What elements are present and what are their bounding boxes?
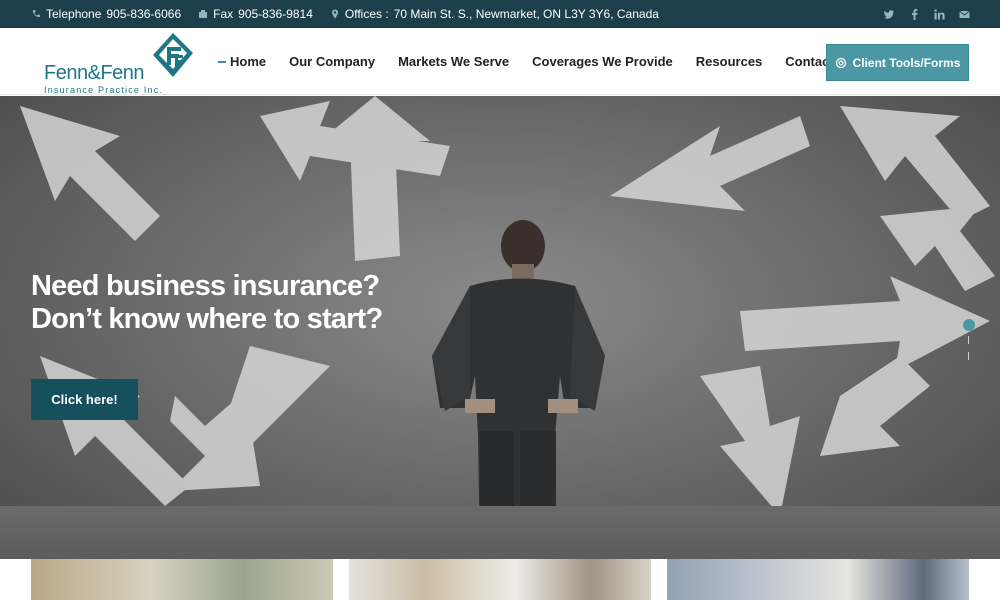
telephone-label: Telephone	[46, 7, 102, 21]
offices-info: Offices : 70 Main St. S., Newmarket, ON …	[330, 7, 659, 21]
telephone-value: 905-836-6066	[106, 7, 182, 21]
feature-cards	[0, 559, 1000, 600]
slider-pagination	[962, 318, 976, 368]
fax-icon	[199, 10, 208, 18]
logo-name: Fenn&Fenn	[44, 62, 145, 84]
facebook-icon[interactable]	[909, 8, 920, 20]
main-nav: Home Our Company Markets We Serve Covera…	[218, 28, 877, 95]
map-pin-icon	[331, 9, 338, 19]
logo-subtitle: Insurance Practice Inc.	[44, 85, 164, 95]
client-tools-button[interactable]: Client Tools/Forms	[826, 44, 969, 81]
hero-banner: Need business insurance? Don’t know wher…	[0, 96, 1000, 559]
telephone-info[interactable]: Telephone 905-836-6066	[31, 7, 181, 21]
linkedin-icon[interactable]	[934, 8, 945, 20]
site-header: Fenn&Fenn Insurance Practice Inc. Home O…	[0, 28, 1000, 95]
slider-dot-active[interactable]	[963, 319, 975, 331]
offices-label: Offices :	[344, 7, 389, 21]
nav-our-company[interactable]: Our Company	[289, 54, 375, 69]
company-logo[interactable]: Fenn&Fenn Insurance Practice Inc.	[42, 32, 194, 95]
hero-floor	[0, 506, 1000, 559]
logo-mark-icon	[153, 33, 193, 77]
email-icon[interactable]	[959, 9, 970, 20]
social-links	[870, 0, 970, 28]
hero-cta-button[interactable]: Click here!	[31, 379, 138, 420]
slider-dot[interactable]	[968, 352, 969, 360]
nav-markets-we-serve[interactable]: Markets We Serve	[398, 54, 509, 69]
slider-dot[interactable]	[968, 336, 969, 344]
fax-info: Fax 905-836-9814	[198, 7, 313, 21]
feature-card-image[interactable]	[31, 559, 333, 600]
fax-value: 905-836-9814	[238, 7, 313, 21]
twitter-icon[interactable]	[884, 9, 895, 20]
gear-icon	[835, 57, 846, 68]
fax-label: Fax	[213, 7, 234, 21]
phone-icon	[32, 10, 40, 18]
client-tools-label: Client Tools/Forms	[852, 55, 961, 70]
nav-coverages-we-provide[interactable]: Coverages We Provide	[532, 54, 673, 69]
nav-home[interactable]: Home	[218, 54, 266, 69]
hero-headline: Need business insurance? Don’t know wher…	[31, 270, 383, 335]
feature-card-image[interactable]	[667, 559, 969, 600]
top-info-bar: Telephone 905-836-6066 Fax 905-836-9814 …	[0, 0, 1000, 28]
offices-value: 70 Main St. S., Newmarket, ON L3Y 3Y6, C…	[393, 7, 659, 21]
feature-card-image[interactable]	[349, 559, 651, 600]
nav-resources[interactable]: Resources	[696, 54, 762, 69]
